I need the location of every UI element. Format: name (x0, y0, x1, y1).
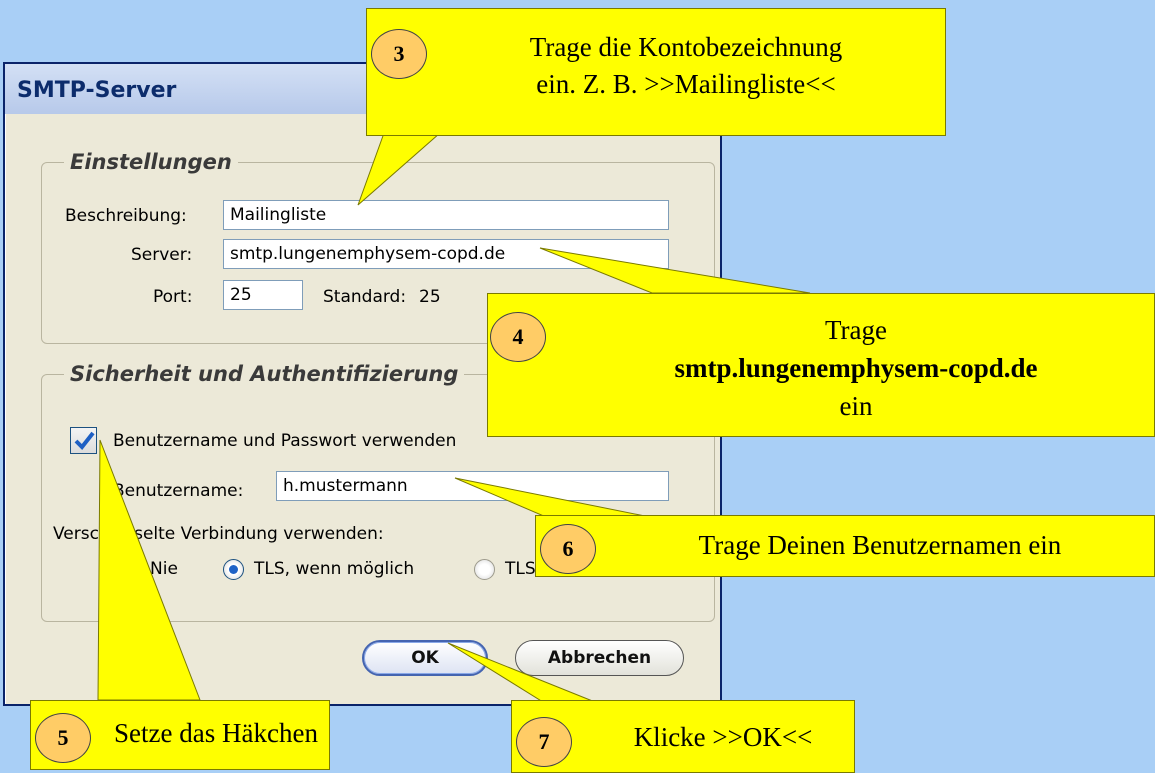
callout-4-line1: Trage (824, 315, 887, 345)
callout-7-pointer (447, 642, 596, 703)
callout-3-line2: ein. Z. B. >>Mailingliste<< (536, 69, 836, 99)
callout-step-6: 6 Trage Deinen Benutzernamen ein (535, 515, 1155, 577)
callout-4-server: smtp.lungenemphysem-copd.de (674, 353, 1038, 383)
callout-5-text: Setze das Häkchen (114, 718, 318, 748)
callout-7-text: Klicke >>OK<< (633, 722, 813, 752)
callout-6-text: Trage Deinen Benutzernamen ein (698, 530, 1062, 560)
callout-5-pointer (97, 439, 201, 701)
callout-step-5: 5 Setze das Häkchen (30, 700, 330, 770)
callout-3-line1: Trage die Kontobezeichnung (529, 32, 843, 62)
callout-6-pointer (454, 477, 651, 518)
step-4-badge: 4 (490, 312, 546, 362)
callout-4-line3: ein (839, 391, 873, 421)
callout-step-3: 3 Trage die Kontobezeichnung ein. Z. B. … (366, 8, 946, 136)
step-3-badge: 3 (371, 29, 427, 79)
callout-step-7: 7 Klicke >>OK<< (511, 700, 855, 773)
callout-step-4: 4 Trage smtp.lungenemphysem-copd.de ein (487, 293, 1155, 437)
step-5-badge: 5 (35, 713, 91, 763)
callout-4-pointer (539, 247, 811, 294)
step-6-badge: 6 (540, 524, 596, 574)
step-7-badge: 7 (516, 717, 572, 767)
callout-3-pointer (357, 132, 442, 206)
